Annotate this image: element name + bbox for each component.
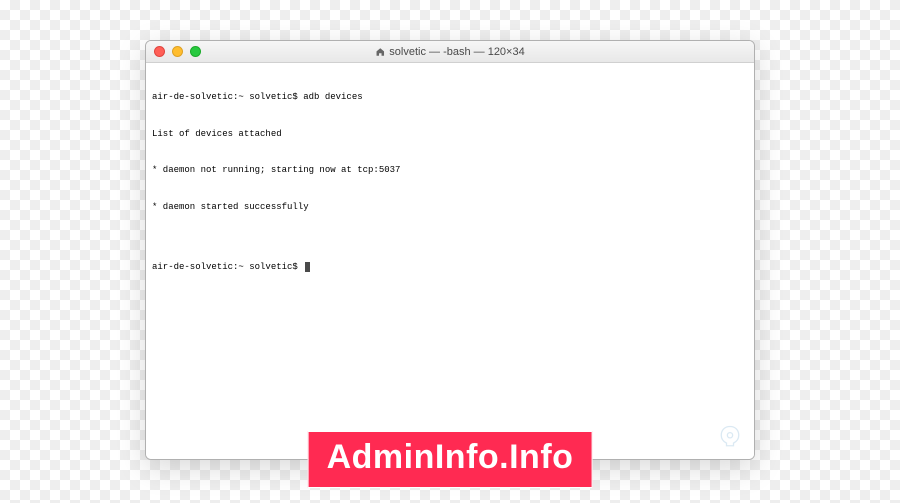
title-bar[interactable]: solvetic — -bash — 120×34	[146, 41, 754, 63]
window-title-text: solvetic — -bash — 120×34	[389, 46, 524, 58]
terminal-line: * daemon started successfully	[152, 201, 748, 213]
maximize-button[interactable]	[190, 46, 201, 57]
terminal-line: air-de-solvetic:~ solvetic$ adb devices	[152, 91, 748, 103]
terminal-prompt-line: air-de-solvetic:~ solvetic$	[152, 261, 748, 273]
terminal-line: List of devices attached	[152, 128, 748, 140]
brand-logo-icon	[716, 423, 744, 451]
traffic-lights	[154, 46, 201, 57]
terminal-window: solvetic — -bash — 120×34 air-de-solveti…	[145, 40, 755, 460]
window-title: solvetic — -bash — 120×34	[375, 46, 524, 58]
minimize-button[interactable]	[172, 46, 183, 57]
watermark-banner: AdminInfo.Info	[308, 431, 593, 488]
home-icon	[375, 47, 385, 57]
terminal-content[interactable]: air-de-solvetic:~ solvetic$ adb devices …	[146, 63, 754, 459]
prompt-text: air-de-solvetic:~ solvetic$	[152, 262, 303, 272]
cursor	[305, 262, 310, 272]
terminal-line: * daemon not running; starting now at tc…	[152, 164, 748, 176]
watermark-text: AdminInfo.Info	[327, 438, 574, 476]
close-button[interactable]	[154, 46, 165, 57]
